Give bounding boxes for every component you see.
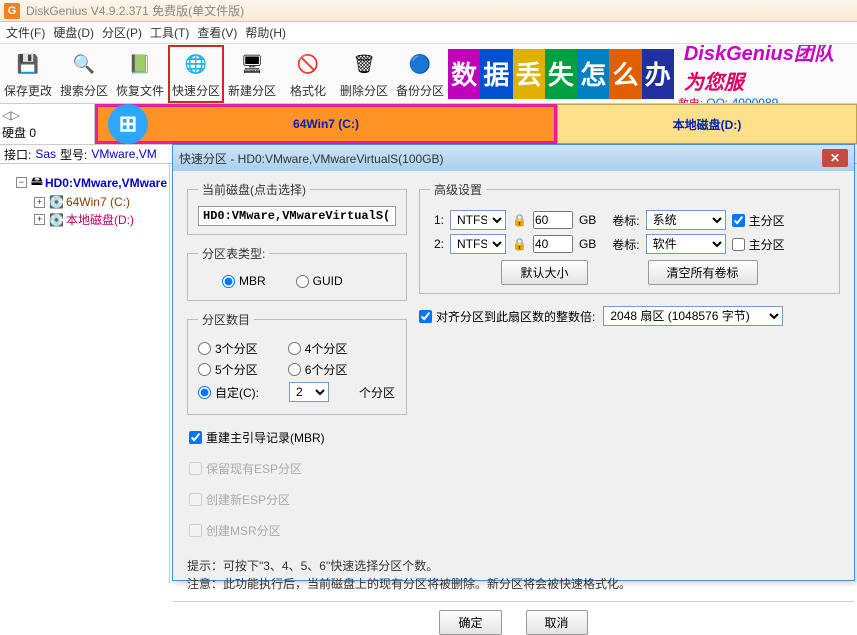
backup-icon: 🔵	[404, 48, 436, 80]
chk-rebuild-mbr[interactable]: 重建主引导记录(MBR)	[189, 429, 405, 446]
new-icon: 🖥	[236, 48, 268, 80]
count-group: 分区数目 3个分区4个分区 5个分区6个分区 自定(C): 2 个分区	[187, 311, 407, 415]
tb-backup[interactable]: 🔵备份分区	[392, 45, 448, 103]
cancel-button[interactable]: 取消	[526, 610, 588, 635]
search-icon: 🔍	[68, 48, 100, 80]
tb-recover[interactable]: 📗恢复文件	[112, 45, 168, 103]
clear-vol-button[interactable]: 清空所有卷标	[648, 260, 758, 285]
chk-msr: 创建MSR分区	[189, 522, 405, 539]
default-size-button[interactable]: 默认大小	[501, 260, 587, 285]
recover-icon: 📗	[124, 48, 156, 80]
menubar: 文件(F) 硬盘(D) 分区(P) 工具(T) 查看(V) 帮助(H)	[0, 22, 857, 44]
tree-root[interactable]: −🖴 HD0:VMware,VMware	[2, 172, 167, 193]
quick-partition-dialog: 快速分区 - HD0:VMware,VMwareVirtualS(100GB) …	[172, 144, 855, 581]
custom-count-select[interactable]: 2	[289, 382, 329, 402]
dialog-titlebar[interactable]: 快速分区 - HD0:VMware,VMwareVirtualS(100GB) …	[173, 145, 854, 171]
chk-keep-esp: 保留现有ESP分区	[189, 460, 405, 477]
radio-mbr[interactable]: MBR	[222, 274, 266, 288]
collapse-icon[interactable]: −	[16, 177, 27, 188]
current-disk-input[interactable]	[198, 206, 396, 226]
chk-primary-2[interactable]: 主分区	[732, 236, 785, 253]
expand-icon[interactable]: +	[34, 197, 45, 208]
ad-banner: 数 据 丢 失 怎 么 办 DiskGenius团队为您服 救电: QQ: 40…	[448, 45, 857, 103]
format-icon: 🚫	[292, 48, 324, 80]
tree-part-c[interactable]: +💽 64Win7 (C:)	[2, 195, 167, 209]
menu-partition[interactable]: 分区(P)	[102, 24, 142, 41]
menu-disk[interactable]: 硬盘(D)	[53, 24, 94, 41]
chk-primary-1[interactable]: 主分区	[732, 212, 785, 229]
tb-search[interactable]: 🔍搜索分区	[56, 45, 112, 103]
fs-select-2[interactable]: NTFS	[450, 234, 506, 254]
radio-guid[interactable]: GUID	[296, 274, 343, 288]
globe-icon: 🌐	[180, 48, 212, 80]
disk-nav-arrows[interactable]: ◁ ▷	[2, 108, 92, 122]
radio-custom[interactable]: 自定(C):	[198, 384, 259, 401]
app-logo-icon: G	[4, 3, 20, 19]
vol-select-1[interactable]: 系统	[646, 210, 726, 230]
menu-help[interactable]: 帮助(H)	[245, 24, 286, 41]
tb-save[interactable]: 💾保存更改	[0, 45, 56, 103]
vol-select-2[interactable]: 软件	[646, 234, 726, 254]
tb-quick-partition[interactable]: 🌐快速分区	[168, 45, 224, 103]
tree-part-d[interactable]: +💽 本地磁盘(D:)	[2, 211, 167, 228]
dialog-tips: 提示：可按下"3、4、5、6"快速选择分区个数。 注意：此功能执行后，当前磁盘上…	[173, 553, 854, 597]
save-icon: 💾	[12, 48, 44, 80]
window-title: DiskGenius V4.9.2.371 免费版(单文件版)	[26, 2, 244, 19]
disk-tree: −🖴 HD0:VMware,VMware +💽 64Win7 (C:) +💽 本…	[0, 164, 170, 583]
radio-3[interactable]: 3个分区	[198, 340, 258, 357]
partition-c[interactable]: ⊞ 64Win7 (C:)	[95, 104, 557, 144]
menu-file[interactable]: 文件(F)	[6, 24, 45, 41]
advanced-group: 高级设置 1: NTFS 🔒 GB 卷标: 系统 主分区 2: NTFS 🔒	[419, 181, 840, 294]
tb-format[interactable]: 🚫格式化	[280, 45, 336, 103]
tb-new-partition[interactable]: 🖥新建分区	[224, 45, 280, 103]
partition-row-1: 1: NTFS 🔒 GB 卷标: 系统 主分区	[430, 210, 829, 230]
partition-d[interactable]: 本地磁盘(D:)	[557, 104, 857, 144]
trash-icon: 🗑	[348, 48, 380, 80]
windows-icon: ⊞	[108, 104, 148, 144]
radio-4[interactable]: 4个分区	[288, 340, 348, 357]
ok-button[interactable]: 确定	[439, 610, 501, 635]
lock-icon[interactable]: 🔒	[512, 237, 527, 251]
fs-select-1[interactable]: NTFS	[450, 210, 506, 230]
current-disk-group: 当前磁盘(点击选择)	[187, 181, 407, 235]
align-select[interactable]: 2048 扇区 (1048576 字节)	[603, 306, 783, 326]
menu-tools[interactable]: 工具(T)	[150, 24, 189, 41]
size-input-1[interactable]	[533, 211, 573, 229]
dialog-title: 快速分区 - HD0:VMware,VMwareVirtualS(100GB)	[179, 150, 444, 167]
expand-icon[interactable]: +	[34, 214, 45, 225]
partition-row-2: 2: NTFS 🔒 GB 卷标: 软件 主分区	[430, 234, 829, 254]
lock-icon[interactable]: 🔒	[512, 213, 527, 227]
tb-delete[interactable]: 🗑删除分区	[336, 45, 392, 103]
chk-align[interactable]: 对齐分区到此扇区数的整数倍:	[419, 308, 595, 325]
toolbar: 💾保存更改 🔍搜索分区 📗恢复文件 🌐快速分区 🖥新建分区 🚫格式化 🗑删除分区…	[0, 44, 857, 104]
close-icon[interactable]: ✕	[822, 149, 848, 167]
disk-selector: ◁ ▷ 硬盘 0	[0, 104, 95, 144]
disk-map: ◁ ▷ 硬盘 0 ⊞ 64Win7 (C:) 本地磁盘(D:)	[0, 104, 857, 144]
size-input-2[interactable]	[533, 235, 573, 253]
radio-6[interactable]: 6个分区	[288, 361, 348, 378]
radio-5[interactable]: 5个分区	[198, 361, 258, 378]
ptype-group: 分区表类型: MBR GUID	[187, 245, 407, 301]
menu-view[interactable]: 查看(V)	[197, 24, 237, 41]
disk-label: 硬盘 0	[2, 124, 92, 141]
chk-new-esp: 创建新ESP分区	[189, 491, 405, 508]
titlebar: G DiskGenius V4.9.2.371 免费版(单文件版)	[0, 0, 857, 22]
